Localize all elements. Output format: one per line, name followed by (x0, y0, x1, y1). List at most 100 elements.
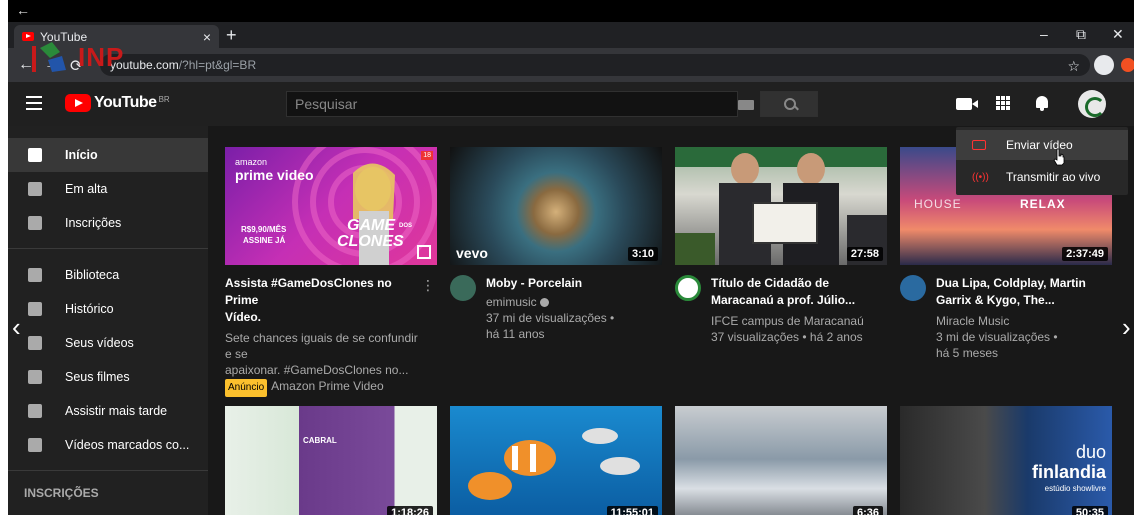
sidebar-item-inscricoes[interactable]: Inscrições (8, 206, 208, 240)
tab-close-icon[interactable]: × (203, 29, 211, 45)
video-meta: Dua Lipa, Coldplay, Martin Garrix & Kygo… (900, 275, 1112, 361)
browser-profile-avatar[interactable] (1094, 55, 1114, 75)
video-card[interactable]: vevo 3:10 Moby - Porcelain emimusic 37 m… (450, 147, 662, 342)
live-icon: ((•)) (972, 172, 989, 183)
upload-age: há 11 anos (486, 327, 545, 341)
thumb-dos: DOS (399, 223, 413, 229)
video-title[interactable]: Título de Cidadão de (711, 275, 887, 292)
youtube-logo[interactable]: YouTube BR (65, 94, 170, 112)
sidebar-item-label: Inscrições (65, 216, 122, 230)
apps-grid-icon[interactable] (996, 96, 1010, 110)
history-icon (28, 302, 42, 316)
verified-check-icon (540, 298, 550, 308)
thumb-text: CABRAL (303, 436, 337, 445)
sidebar-item-label: Assistir mais tarde (65, 404, 168, 418)
extension-icon[interactable] (1121, 58, 1134, 72)
search-input[interactable]: Pesquisar (286, 91, 738, 117)
video-card[interactable]: 11:55:01 (450, 406, 662, 515)
create-video-icon[interactable] (956, 98, 978, 110)
home-icon (28, 148, 42, 162)
video-card[interactable]: duo finlandia estúdio showlivre 50:35 (900, 406, 1112, 515)
sidebar-item-seus-videos[interactable]: Seus vídeos (8, 326, 208, 360)
video-duration: 1:18:26 (387, 506, 433, 515)
url-bar[interactable]: youtube.com/?hl=pt&gl=BR ☆ (100, 54, 1090, 76)
view-count: 37 mi de visualizações • (486, 311, 615, 325)
sidebar-item-label: Seus filmes (65, 370, 130, 384)
menu-item-enviar-video[interactable]: Enviar vídeo (956, 130, 1128, 160)
carousel-prev-arrow-icon[interactable]: ‹ (12, 312, 21, 343)
channel-name[interactable]: Amazon Prime Video (271, 379, 384, 393)
restore-button[interactable]: ⧉ (1076, 26, 1086, 43)
video-thumbnail[interactable]: 27:58 (675, 147, 887, 265)
video-duration: 3:10 (627, 247, 658, 261)
thumb-left-text: HOUSE (914, 197, 962, 211)
sidebar-item-label: Em alta (65, 182, 108, 196)
video-title-line2[interactable]: Vídeo. (225, 309, 421, 326)
video-card[interactable]: 6:36 (675, 406, 887, 515)
video-title-line2[interactable]: Garrix & Kygo, The... (936, 292, 1112, 309)
video-card[interactable]: CABRAL 1:18:26 (225, 406, 437, 515)
upload-age: há 5 meses (936, 346, 999, 360)
close-window-button[interactable]: ✕ (1112, 26, 1124, 43)
notifications-bell-icon[interactable] (1035, 96, 1049, 111)
thumb-name: finlandia (1031, 462, 1106, 482)
thumb-duo: duo (1075, 442, 1106, 462)
minimize-button[interactable]: – (1040, 26, 1048, 42)
subscriptions-heading: INSCRIÇÕES (24, 486, 99, 500)
carousel-next-arrow-icon[interactable]: › (1122, 312, 1131, 343)
account-avatar[interactable] (1078, 90, 1106, 118)
channel-name[interactable]: emimusic (486, 295, 537, 309)
video-thumbnail[interactable]: vevo 3:10 (450, 147, 662, 265)
channel-name[interactable]: Miracle Music (936, 313, 1112, 329)
sidebar-item-biblioteca[interactable]: Biblioteca (8, 258, 208, 292)
create-menu-dropdown: Enviar vídeo ((•)) Transmitir ao vivo (956, 127, 1128, 195)
menu-item-transmitir-ao-vivo[interactable]: ((•)) Transmitir ao vivo (956, 162, 1128, 192)
sidebar-item-historico[interactable]: Histórico (8, 292, 208, 326)
age-rating-badge: 18 (421, 151, 433, 160)
video-duration: 27:58 (846, 247, 883, 261)
thumb-cta: ASSINE JÁ (243, 236, 286, 245)
video-card-ad[interactable]: amazon prime video R$9,90/MÊS ASSINE JÁ … (225, 147, 437, 397)
channel-name[interactable]: IFCE campus de Maracanaú (711, 313, 887, 329)
video-title-line2[interactable]: Maracanaú a prof. Júlio... (711, 292, 887, 309)
external-link-icon[interactable] (417, 245, 431, 259)
video-title[interactable]: Assista #GameDosClones no Prime (225, 275, 421, 309)
video-thumbnail[interactable]: amazon prime video R$9,90/MÊS ASSINE JÁ … (225, 147, 437, 265)
thumb-right-text: RELAX (1020, 197, 1066, 211)
clock-icon (28, 404, 42, 418)
video-title[interactable]: Moby - Porcelain (486, 275, 662, 292)
sidebar-item-em-alta[interactable]: Em alta (8, 172, 208, 206)
sidebar-item-seus-filmes[interactable]: Seus filmes (8, 360, 208, 394)
search-button[interactable] (760, 91, 818, 117)
sidebar-item-label: Início (65, 148, 98, 162)
sidebar-item-videos-marcados[interactable]: Vídeos marcados co... (8, 428, 208, 462)
top-back-arrow-icon[interactable]: ← (16, 2, 30, 18)
new-tab-button[interactable]: + (226, 25, 237, 46)
channel-avatar[interactable] (675, 275, 701, 301)
logo-text: YouTube (94, 94, 157, 111)
hamburger-menu-icon[interactable] (26, 96, 42, 110)
upload-video-icon (972, 140, 986, 150)
video-duration: 6:36 (852, 506, 883, 515)
keyboard-icon[interactable] (738, 100, 754, 110)
more-options-icon[interactable]: ⋮ (421, 277, 435, 294)
video-thumbnail[interactable]: duo finlandia estúdio showlivre 50:35 (900, 406, 1112, 515)
video-thumbnail[interactable]: 11:55:01 (450, 406, 662, 515)
sidebar-item-inicio[interactable]: Início (8, 138, 208, 172)
bookmark-star-icon[interactable]: ☆ (1067, 55, 1080, 77)
ad-description-line2: apaixonar. #GameDosClones no... (225, 363, 409, 377)
video-card[interactable]: 27:58 Título de Cidadão de Maracanaú a p… (675, 147, 887, 345)
video-duration: 11:55:01 (606, 506, 658, 515)
sidebar-item-assistir-mais-tarde[interactable]: Assistir mais tarde (8, 394, 208, 428)
sidebar-divider (8, 470, 208, 471)
video-thumbnail[interactable]: CABRAL 1:18:26 (225, 406, 437, 515)
video-title[interactable]: Dua Lipa, Coldplay, Martin (936, 275, 1112, 292)
browser-window: ← YouTube × + – ⧉ ✕ ← → ⟳ youtube.com/?h… (8, 0, 1134, 515)
address-bar-row: ← → ⟳ youtube.com/?hl=pt&gl=BR ☆ (8, 48, 1134, 82)
ad-description: Sete chances iguais de se confundir e se (225, 331, 418, 361)
youtube-play-icon (65, 94, 91, 112)
video-duration: 2:37:49 (1062, 247, 1108, 261)
video-thumbnail[interactable]: 6:36 (675, 406, 887, 515)
channel-avatar[interactable] (900, 275, 926, 301)
channel-avatar[interactable] (450, 275, 476, 301)
